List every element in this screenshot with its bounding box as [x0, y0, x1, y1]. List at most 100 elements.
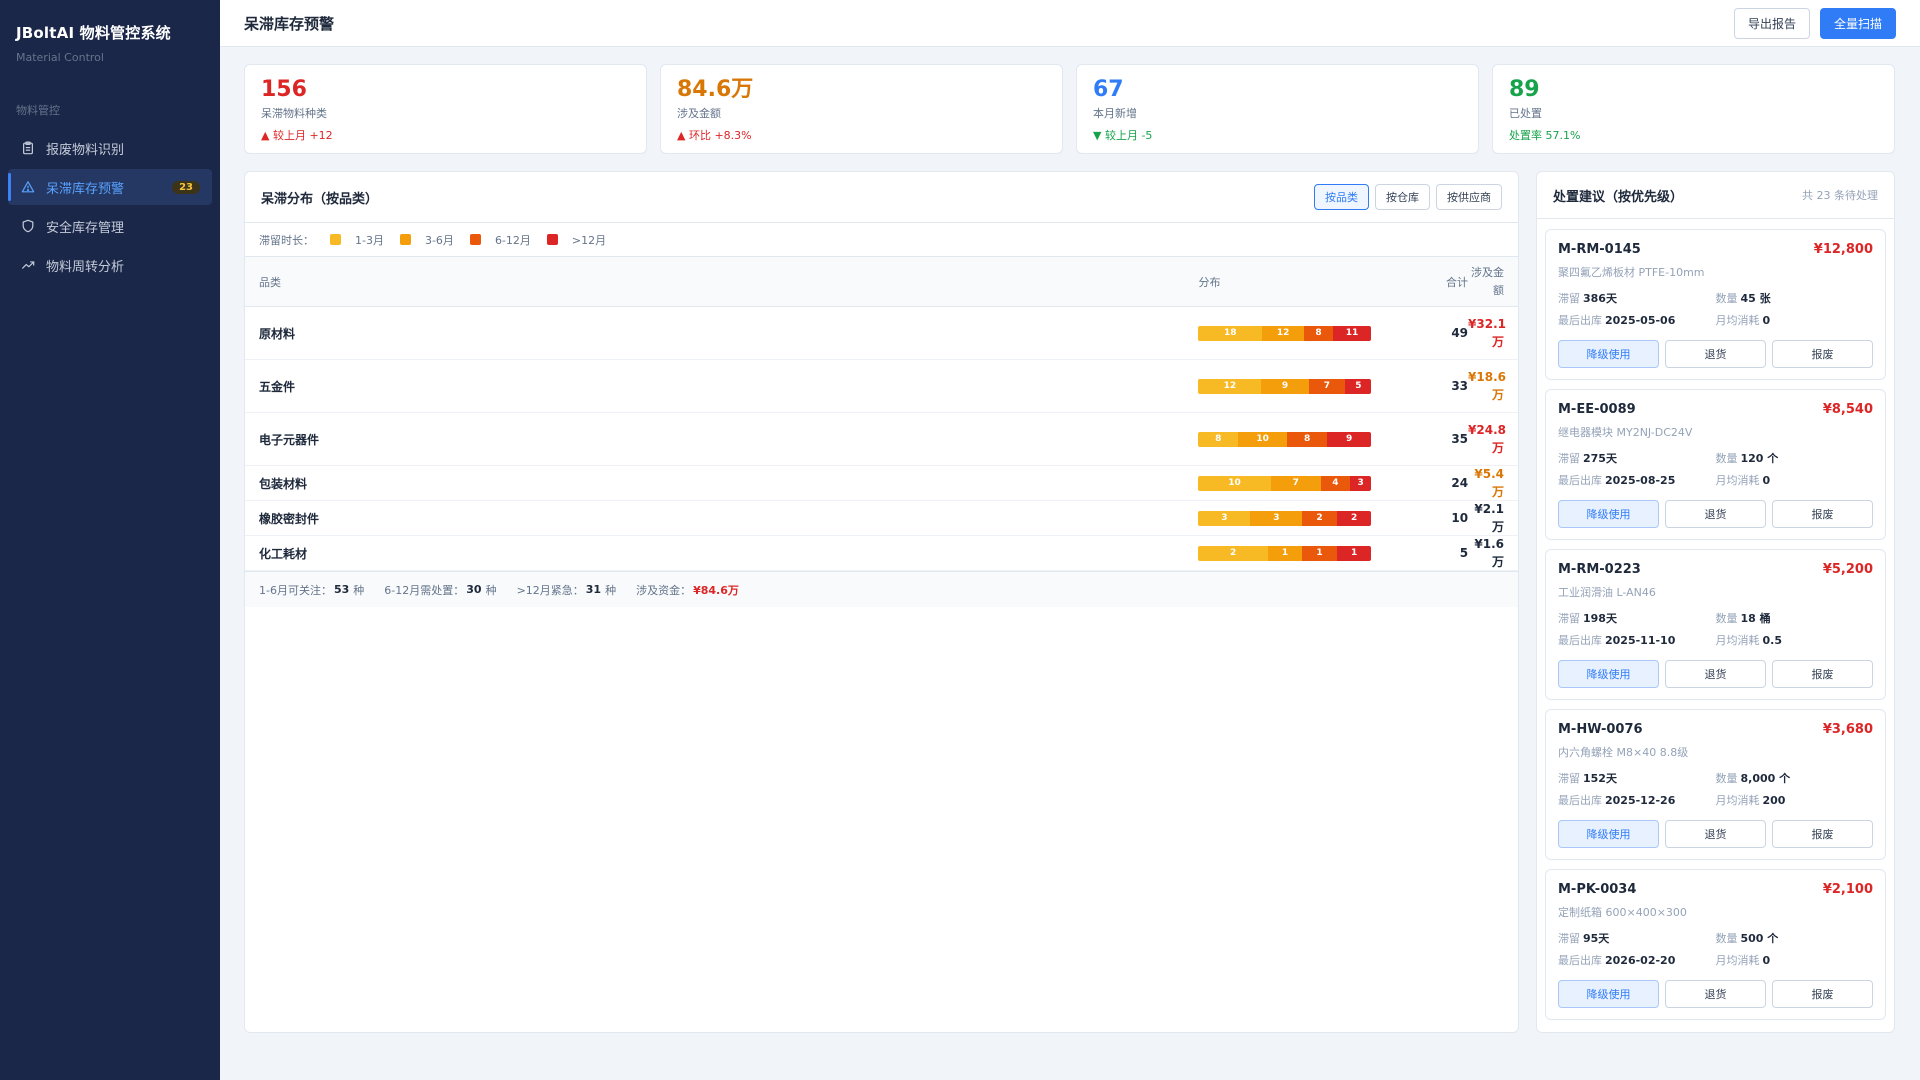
kpi-row: 156 呆滞物料种类 ▲ 较上月 +12 84.6万 涉及金额 ▲ 环比 +8.…: [244, 64, 1895, 154]
table-row[interactable]: 五金件 12 9 7 5 33 ¥18.6万: [245, 360, 1518, 413]
scrap-button[interactable]: 报废: [1772, 340, 1873, 368]
stat-value: 0: [1762, 474, 1771, 487]
page-title: 呆滞库存预警: [244, 14, 335, 33]
amount: ¥5.4万: [1474, 467, 1504, 499]
material-stats: 滞留 95天 数量 500 个最后出库 2026-02-20 月均消耗 0: [1558, 930, 1873, 968]
kpi-label: 本月新增: [1093, 107, 1137, 120]
stat-value: 8,000 个: [1740, 772, 1791, 785]
bar-segment: 2: [1198, 545, 1268, 561]
stay-stat: 滞留 152天: [1558, 770, 1716, 786]
pending-count: 共 23 条待处理: [1802, 189, 1878, 202]
summary-label: 1-6月可关注：: [259, 583, 332, 597]
return-button[interactable]: 退货: [1665, 820, 1766, 848]
stat-value: 45 张: [1740, 292, 1771, 305]
qty-stat: 数量 120 个: [1716, 450, 1874, 466]
full-scan-button[interactable]: 全量扫描: [1819, 7, 1896, 39]
bar-segment: 8: [1304, 325, 1333, 341]
table-row[interactable]: 化工耗材 2 1 1 1 5 ¥1.6万: [245, 536, 1518, 571]
total-count: 10: [1451, 511, 1469, 525]
legend-label: >12月: [571, 233, 607, 247]
bar-segment: 10: [1198, 475, 1271, 491]
return-button[interactable]: 退货: [1665, 340, 1766, 368]
table-body: 原材料 18 12 8 11 49 ¥32.1万 五金件 12 9 7 5 33 ¥18.6万 电子元器件 8…: [245, 307, 1518, 571]
downgrade-button[interactable]: 降级使用: [1558, 500, 1659, 528]
material-stats: 滞留 198天 数量 18 桶最后出库 2025-11-10 月均消耗 0.5: [1558, 610, 1873, 648]
stat-value: 2025-05-06: [1605, 314, 1676, 327]
downgrade-button[interactable]: 降级使用: [1558, 660, 1659, 688]
qty-stat: 数量 45 张: [1716, 290, 1874, 306]
kpi-label: 呆滞物料种类: [261, 107, 327, 120]
stacked-bar: 10 7 4 3: [1198, 475, 1372, 491]
material-stats: 滞留 386天 数量 45 张最后出库 2025-05-06 月均消耗 0: [1558, 290, 1873, 328]
stat-value: 152天: [1583, 772, 1617, 785]
scrap-button[interactable]: 报废: [1772, 980, 1873, 1008]
stat-value: 500 个: [1740, 932, 1779, 945]
monthly-stat: 月均消耗 0: [1716, 312, 1874, 328]
last-out-stat: 最后出库 2025-08-25: [1558, 472, 1716, 488]
bar-segment: 9: [1326, 431, 1372, 447]
sidebar-item-turnover-analysis[interactable]: 物料周转分析: [8, 247, 212, 283]
return-button[interactable]: 退货: [1665, 500, 1766, 528]
scrap-button[interactable]: 报废: [1772, 820, 1873, 848]
material-value: ¥12,800: [1813, 242, 1873, 257]
qty-stat: 数量 18 桶: [1716, 610, 1874, 626]
bar-segment: 2: [1302, 510, 1337, 526]
table-row[interactable]: 电子元器件 8 10 8 9 35 ¥24.8万: [245, 413, 1518, 466]
bar-segment: 12: [1262, 325, 1305, 341]
stat-value: 18 桶: [1740, 612, 1771, 625]
last-out-stat: 最后出库 2025-12-26: [1558, 792, 1716, 808]
stay-stat: 滞留 275天: [1558, 450, 1716, 466]
summary-unit: 种: [353, 583, 365, 597]
return-button[interactable]: 退货: [1665, 980, 1766, 1008]
kpi-trend: 处置率 57.1%: [1509, 129, 1581, 142]
card-actions: 降级使用 退货 报废: [1558, 980, 1873, 1008]
material-name: 聚四氟乙烯板材 PTFE-10mm: [1558, 266, 1705, 279]
table-row[interactable]: 包装材料 10 7 4 3 24 ¥5.4万: [245, 466, 1518, 501]
return-button[interactable]: 退货: [1665, 660, 1766, 688]
tab-by-supplier[interactable]: 按供应商: [1436, 184, 1502, 210]
top-bar: 呆滞库存预警 导出报告 全量扫描: [220, 0, 1920, 47]
tab-by-warehouse[interactable]: 按仓库: [1375, 184, 1430, 210]
sidebar-item-scrap-identification[interactable]: 报废物料识别: [8, 130, 212, 166]
sidebar-nav: 报废物料识别 呆滞库存预警 23 安全库存管理 物料周转分析: [0, 130, 220, 283]
stat-value: 95天: [1583, 932, 1610, 945]
table-row[interactable]: 橡胶密封件 3 3 2 2 10 ¥2.1万: [245, 501, 1518, 536]
card-actions: 降级使用 退货 报废: [1558, 340, 1873, 368]
summary-value: 30: [466, 583, 482, 596]
bar-segment: 7: [1308, 378, 1346, 394]
legend-swatch: [399, 234, 411, 245]
qty-stat: 数量 8,000 个: [1716, 770, 1874, 786]
sidebar-item-stagnant-alert[interactable]: 呆滞库存预警 23: [8, 169, 212, 205]
downgrade-button[interactable]: 降级使用: [1558, 980, 1659, 1008]
material-code: M-HW-0076: [1558, 722, 1643, 737]
stat-value: 0: [1762, 954, 1771, 967]
downgrade-button[interactable]: 降级使用: [1558, 820, 1659, 848]
bar-segment: 1: [1267, 545, 1303, 561]
tab-by-category[interactable]: 按品类: [1314, 184, 1369, 210]
stat-value: 2025-12-26: [1605, 794, 1676, 807]
distribution-cell: 8 10 8 9: [1198, 431, 1398, 447]
stat-label: 滞留: [1558, 452, 1580, 465]
material-code: M-PK-0034: [1558, 882, 1637, 897]
category-name: 化工耗材: [259, 546, 308, 561]
stay-stat: 滞留 386天: [1558, 290, 1716, 306]
table-row[interactable]: 原材料 18 12 8 11 49 ¥32.1万: [245, 307, 1518, 360]
total-count: 33: [1451, 379, 1469, 393]
stat-label: 数量: [1715, 772, 1738, 785]
sidebar-item-safety-stock[interactable]: 安全库存管理: [8, 208, 212, 244]
stat-label: 滞留: [1558, 292, 1580, 305]
material-value: ¥2,100: [1822, 882, 1873, 897]
stat-value: 2025-08-25: [1605, 474, 1676, 487]
material-code: M-EE-0089: [1558, 402, 1636, 417]
downgrade-button[interactable]: 降级使用: [1558, 340, 1659, 368]
scrap-button[interactable]: 报废: [1772, 500, 1873, 528]
shield-icon: [20, 218, 36, 234]
kpi-card: 84.6万 涉及金额 ▲ 环比 +8.3%: [660, 64, 1063, 154]
export-report-button[interactable]: 导出报告: [1733, 7, 1810, 39]
scrap-button[interactable]: 报废: [1772, 660, 1873, 688]
legend-label: 6-12月: [494, 233, 531, 247]
stat-label: 月均消耗: [1715, 314, 1760, 327]
suggestion-card: M-RM-0145 ¥12,800 聚四氟乙烯板材 PTFE-10mm 滞留 386天数…: [1545, 229, 1886, 380]
stat-label: 最后出库: [1558, 474, 1602, 487]
suggestion-card: M-RM-0223 ¥5,200 工业润滑油 L-AN46 滞留 198天 数量 18 桶最…: [1545, 549, 1886, 700]
